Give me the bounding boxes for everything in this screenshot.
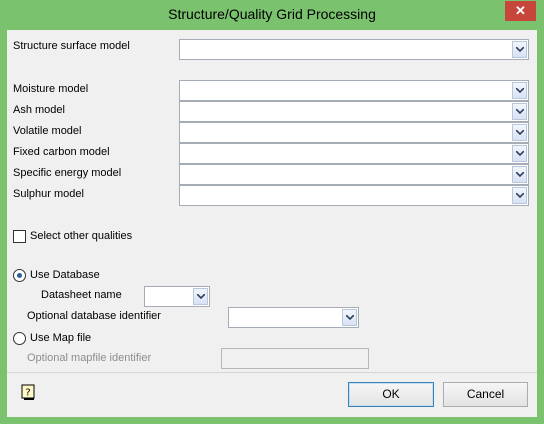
structure-surface-combo[interactable] xyxy=(179,39,529,60)
datasheet-name-combo[interactable] xyxy=(144,286,210,307)
specific-energy-model-label: Specific energy model xyxy=(13,167,122,179)
title-bar[interactable]: Structure/Quality Grid Processing ✕ xyxy=(0,0,544,30)
chevron-down-icon[interactable] xyxy=(512,82,527,99)
use-database-label: Use Database xyxy=(30,269,100,281)
select-other-qualities-label: Select other qualities xyxy=(30,230,133,242)
ash-model-combo[interactable] xyxy=(179,101,529,122)
help-icon[interactable]: ? xyxy=(21,384,36,400)
select-other-qualities-checkbox[interactable] xyxy=(13,230,26,243)
chevron-down-icon[interactable] xyxy=(512,41,527,58)
use-map-file-radio[interactable] xyxy=(13,332,26,345)
ash-model-label: Ash model xyxy=(13,104,65,116)
fixed-carbon-model-label: Fixed carbon model xyxy=(13,146,110,158)
mapfile-identifier-input[interactable] xyxy=(221,348,369,369)
use-map-file-label: Use Map file xyxy=(30,332,92,344)
chevron-down-icon[interactable] xyxy=(512,166,527,183)
dialog-body: Structure surface model Moisture model A… xyxy=(7,30,537,417)
use-database-radio[interactable] xyxy=(13,269,26,282)
chevron-down-icon[interactable] xyxy=(512,124,527,141)
datasheet-name-label: Datasheet name xyxy=(41,289,122,301)
chevron-down-icon[interactable] xyxy=(512,103,527,120)
chevron-down-icon[interactable] xyxy=(193,288,208,305)
moisture-model-combo[interactable] xyxy=(179,80,529,101)
volatile-model-label: Volatile model xyxy=(13,125,82,137)
structure-surface-label: Structure surface model xyxy=(13,40,130,52)
chevron-down-icon[interactable] xyxy=(512,145,527,162)
close-button[interactable]: ✕ xyxy=(505,1,536,21)
fixed-carbon-model-combo[interactable] xyxy=(179,143,529,164)
sulphur-model-label: Sulphur model xyxy=(13,188,84,200)
svg-text:?: ? xyxy=(25,388,30,399)
footer-separator xyxy=(7,372,537,373)
sulphur-model-combo[interactable] xyxy=(179,185,529,206)
database-identifier-combo[interactable] xyxy=(228,307,359,328)
cancel-button[interactable]: Cancel xyxy=(443,382,528,407)
specific-energy-model-combo[interactable] xyxy=(179,164,529,185)
close-icon: ✕ xyxy=(515,3,526,18)
dialog-window: Structure/Quality Grid Processing ✕ Stru… xyxy=(0,0,544,424)
moisture-model-label: Moisture model xyxy=(13,83,89,95)
chevron-down-icon[interactable] xyxy=(512,187,527,204)
window-title: Structure/Quality Grid Processing xyxy=(168,6,376,22)
radio-selected-dot xyxy=(17,273,22,278)
volatile-model-combo[interactable] xyxy=(179,122,529,143)
database-identifier-label: Optional database identifier xyxy=(27,310,161,322)
chevron-down-icon[interactable] xyxy=(342,309,357,326)
mapfile-identifier-label: Optional mapfile identifier xyxy=(27,352,152,364)
ok-button[interactable]: OK xyxy=(348,382,434,407)
